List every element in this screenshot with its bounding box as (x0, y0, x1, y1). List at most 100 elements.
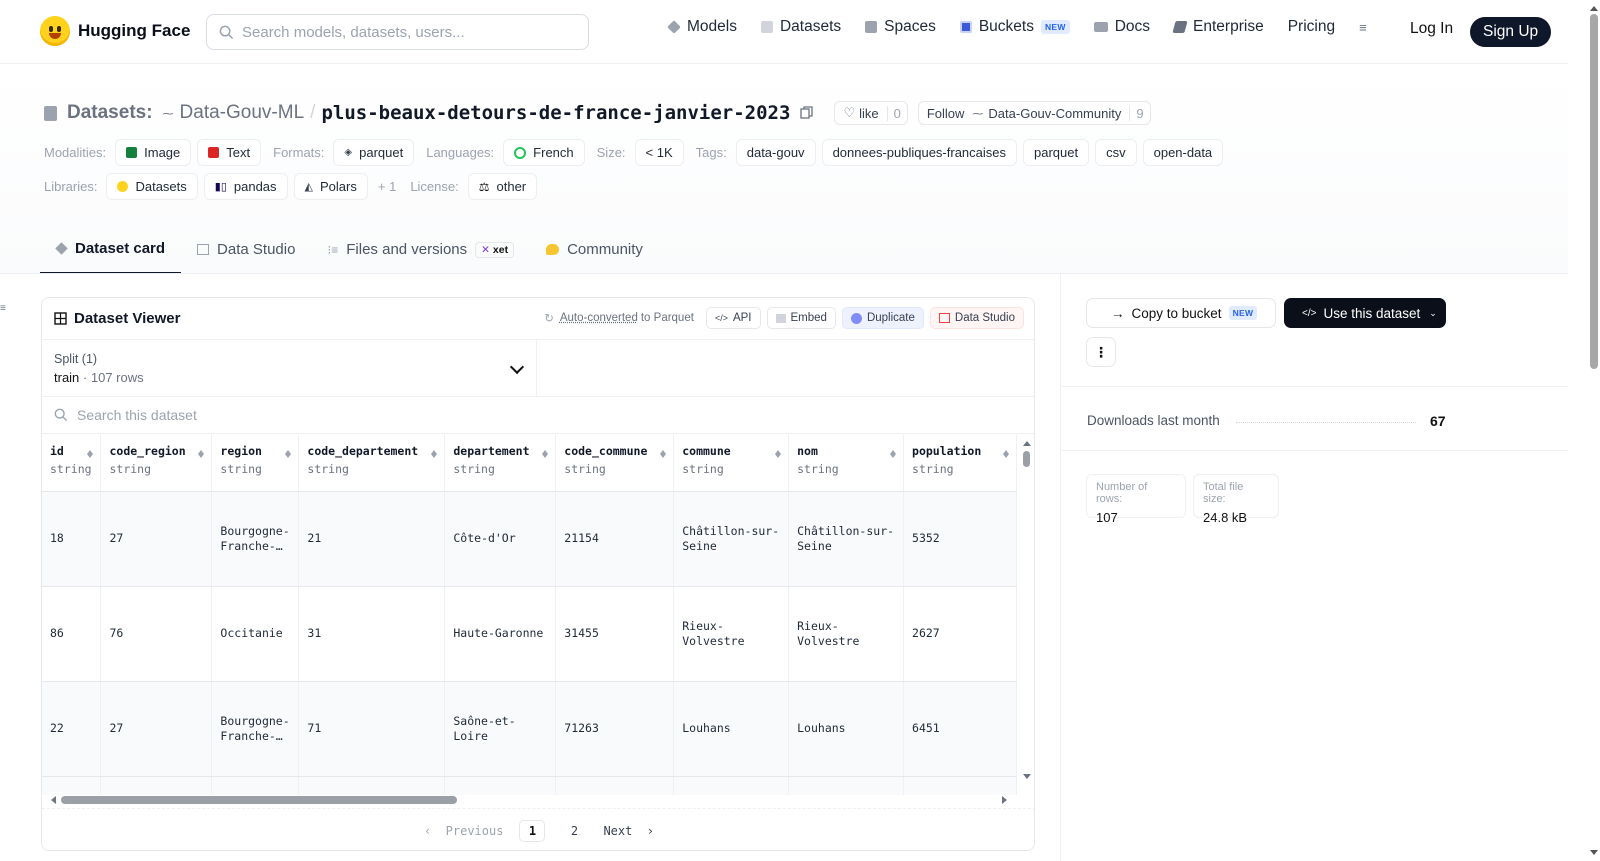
more-options-button[interactable]: ⋮ (1086, 337, 1116, 367)
tag-data-gouv[interactable]: data-gouv (735, 139, 816, 166)
tag-parquet[interactable]: parquet (1023, 139, 1090, 166)
use-this-dataset-button[interactable]: </> Use this dataset ⌄ (1284, 298, 1446, 328)
tab-community[interactable]: Community (530, 225, 659, 274)
table-cell[interactable]: 71263 (555, 681, 675, 777)
table-cell[interactable]: 6451 (903, 681, 1017, 777)
scroll-right-icon[interactable] (1002, 796, 1011, 804)
table-cell[interactable]: 31 (298, 586, 446, 682)
library-tag-pandas[interactable]: ▮▯ pandas (203, 173, 288, 200)
scroll-up-icon[interactable] (1590, 2, 1598, 11)
scroll-down-icon[interactable] (1590, 850, 1598, 859)
column-header-departement[interactable]: departement string (444, 435, 557, 492)
scroll-up-icon[interactable] (1023, 437, 1031, 446)
table-cell[interactable]: Occitanie (211, 586, 300, 682)
nav-spaces[interactable]: Spaces (865, 18, 936, 36)
column-header-nom[interactable]: nom string (788, 435, 905, 492)
breadcrumb-prefix[interactable]: Datasets: (67, 102, 153, 124)
nav-datasets[interactable]: Datasets (760, 18, 841, 36)
table-cell[interactable]: 21 (298, 491, 446, 587)
scroll-thumb[interactable] (61, 796, 457, 804)
table-cell[interactable]: 76 (100, 586, 213, 682)
column-header-code-region[interactable]: code_region string (100, 435, 213, 492)
table-cell[interactable]: 2627 (903, 586, 1017, 682)
split-selector[interactable]: Split (1) train · 107 rows (42, 340, 537, 397)
libraries-more[interactable]: + 1 (378, 179, 396, 194)
page-scroll-thumb[interactable] (1590, 14, 1598, 369)
table-cell[interactable]: 86 (42, 586, 102, 682)
table-cell[interactable]: Côte-d'Or (444, 491, 557, 587)
login-link[interactable]: Log In (1410, 20, 1453, 38)
auto-converted-link[interactable]: Auto-converted (560, 312, 638, 324)
data-studio-button[interactable]: Data Studio (929, 307, 1024, 329)
column-header-id[interactable]: id string (42, 435, 102, 492)
global-search-input[interactable] (242, 23, 562, 41)
page-1-button[interactable]: 1 (519, 819, 546, 842)
sort-icon[interactable] (1003, 447, 1010, 459)
page-scrollbar[interactable] (1588, 0, 1600, 861)
next-page-button[interactable]: Next › (603, 824, 654, 838)
global-search[interactable] (206, 14, 589, 50)
size-tag[interactable]: < 1K (634, 139, 684, 166)
scroll-left-icon[interactable] (47, 796, 56, 804)
table-cell[interactable]: Bourgogne-Franche-… (211, 681, 300, 777)
language-tag-french[interactable]: French (503, 139, 585, 166)
page-2-button[interactable]: 2 (561, 820, 587, 842)
dataset-search[interactable] (42, 397, 1034, 434)
copy-icon[interactable] (800, 106, 814, 120)
table-cell[interactable]: 21154 (555, 491, 675, 587)
table-cell[interactable]: 27 (100, 491, 213, 587)
sort-icon[interactable] (890, 447, 897, 459)
api-button[interactable]: </> API (705, 307, 761, 329)
toc-toggle-icon[interactable]: ≡ (0, 303, 8, 314)
sort-icon[interactable] (775, 447, 782, 459)
license-tag[interactable]: ⚖ other (467, 173, 538, 200)
sort-icon[interactable] (660, 447, 667, 459)
sort-icon[interactable] (431, 447, 438, 459)
table-horizontal-scrollbar[interactable] (42, 792, 1017, 808)
like-button[interactable]: ♡ like 0 (834, 101, 908, 125)
duplicate-button[interactable]: Duplicate (841, 307, 924, 329)
sort-icon[interactable] (87, 447, 94, 459)
embed-button[interactable]: Embed (766, 307, 836, 329)
tab-dataset-card[interactable]: Dataset card (40, 225, 182, 274)
library-tag-datasets[interactable]: Datasets (106, 173, 198, 200)
column-header-region[interactable]: region string (211, 435, 300, 492)
nav-buckets[interactable]: Buckets NEW (959, 18, 1070, 36)
column-header-code-commune[interactable]: code_commune string (555, 435, 675, 492)
nav-docs[interactable]: Docs (1093, 18, 1150, 36)
sort-icon[interactable] (285, 447, 292, 459)
table-cell[interactable]: Saône-et-Loire (444, 681, 557, 777)
table-cell[interactable]: 31455 (555, 586, 675, 682)
dataset-search-input[interactable] (77, 407, 477, 423)
table-cell[interactable]: Bourgogne-Franche-… (211, 491, 300, 587)
library-tag-polars[interactable]: ◭ Polars (293, 173, 368, 200)
tag-donnees-publiques[interactable]: donnees-publiques-francaises (821, 139, 1018, 166)
table-cell[interactable]: Haute-Garonne (444, 586, 557, 682)
nav-more-menu[interactable]: ≡ (1359, 20, 1367, 35)
column-header-commune[interactable]: commune string (673, 435, 790, 492)
follow-button[interactable]: Follow ⁓ Data-Gouv-Community 9 (917, 101, 1151, 125)
modality-tag-text[interactable]: Text (197, 139, 262, 166)
table-cell[interactable]: 22 (42, 681, 102, 777)
table-cell[interactable]: Rieux-Volvestre (788, 586, 905, 682)
table-cell[interactable]: 27 (100, 681, 213, 777)
column-header-code-departement[interactable]: code_departement string (298, 435, 446, 492)
tab-data-studio[interactable]: Data Studio (181, 225, 311, 274)
modality-tag-image[interactable]: Image (115, 139, 192, 166)
table-vertical-scrollbar[interactable] (1018, 435, 1034, 785)
tag-open-data[interactable]: open-data (1142, 139, 1224, 166)
copy-to-bucket-button[interactable]: → Copy to bucket NEW (1086, 298, 1276, 328)
brand-logo[interactable]: Hugging Face (40, 16, 190, 46)
repo-name[interactable]: plus-beaux-detours-de-france-janvier-202… (321, 102, 790, 124)
nav-models[interactable]: Models (667, 18, 737, 36)
sort-icon[interactable] (542, 447, 549, 459)
signup-button[interactable]: Sign Up (1470, 17, 1552, 47)
table-cell[interactable]: 71 (298, 681, 446, 777)
tag-csv[interactable]: csv (1095, 139, 1137, 166)
scroll-thumb[interactable] (1023, 451, 1030, 467)
breadcrumb-org[interactable]: Data-Gouv-ML (180, 102, 305, 124)
format-tag-parquet[interactable]: ◈ parquet (333, 139, 415, 166)
sort-icon[interactable] (198, 447, 205, 459)
tab-files-and-versions[interactable]: ⁝≡ Files and versions ✕ xet (311, 225, 530, 274)
scroll-down-icon[interactable] (1023, 774, 1031, 783)
